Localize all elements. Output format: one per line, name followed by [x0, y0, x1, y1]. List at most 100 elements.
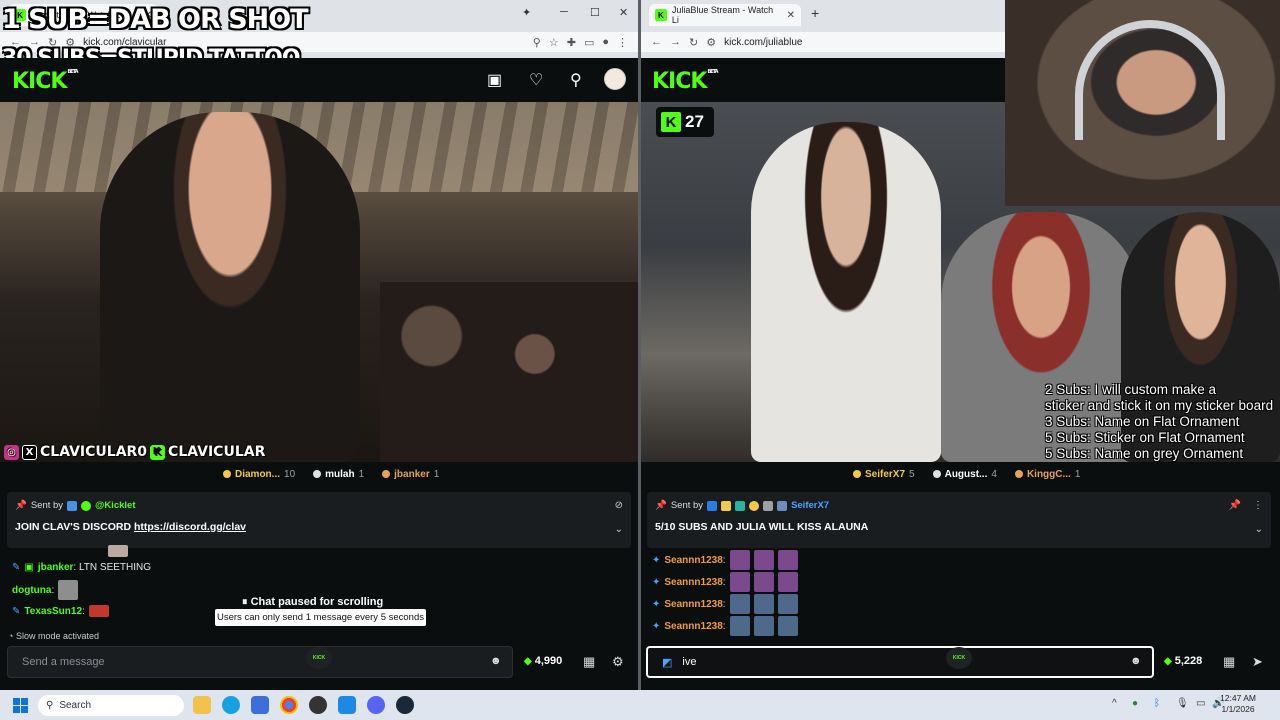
emote	[777, 572, 798, 592]
obs-icon[interactable]	[309, 696, 327, 714]
search-icon[interactable]: ⚲	[570, 70, 582, 90]
goal-line: sticker and stick it on my sticker board	[1045, 398, 1274, 413]
left-pinned-message[interactable]: 📌 Sent by @Kicklet JOIN CLAV'S DISCORD h…	[7, 492, 631, 548]
forward-icon[interactable]: →	[670, 36, 681, 48]
right-browser-tab[interactable]: K JuliaBlue Stream - Watch Li ✕	[649, 4, 801, 26]
kick-logo[interactable]: KICKBETA	[652, 69, 719, 94]
following-icon[interactable]: ▣	[487, 70, 502, 90]
media-icon[interactable]: ▭	[584, 36, 594, 49]
bookmark-star-icon[interactable]: ☆	[549, 36, 559, 49]
emoji-icon[interactable]: ☻	[1130, 655, 1142, 667]
slow-mode-tooltip: Users can only send 1 message every 5 se…	[215, 609, 426, 626]
right-pinned-message[interactable]: 📌 Sent by SeiferX7 5/10 SUBS AND JULIA W…	[647, 492, 1271, 548]
bluetooth-icon[interactable]: ᛒ	[1154, 698, 1160, 709]
gift-icon[interactable]: ▦	[1223, 654, 1235, 670]
pinned-user[interactable]: SeiferX7	[791, 500, 829, 511]
unpin-icon[interactable]: ⊘	[615, 500, 623, 511]
network-icon[interactable]: ▭	[1196, 698, 1205, 709]
site-info-icon[interactable]: ⚙	[706, 36, 716, 49]
emote	[753, 550, 774, 570]
chat-username[interactable]: jbanker	[38, 562, 74, 573]
kick-emote-icon[interactable]: KICK	[306, 647, 332, 669]
discord-link[interactable]: https://discord.gg/clav	[134, 521, 246, 533]
chevron-down-icon[interactable]: ⌄	[1255, 524, 1263, 535]
new-tab-icon[interactable]: +	[811, 5, 819, 21]
photos-icon[interactable]	[338, 696, 356, 714]
close-tab-icon[interactable]: ✕	[787, 10, 795, 21]
mic-icon[interactable]: 🎙	[1176, 698, 1189, 709]
chat-username[interactable]: TexasSun12	[24, 606, 82, 617]
close-window-icon[interactable]: ✕	[619, 6, 628, 19]
pin-icon: 📌	[15, 500, 27, 511]
pinned-user[interactable]: @Kicklet	[95, 500, 135, 511]
chat-username[interactable]: dogtuna	[12, 585, 51, 596]
taskbar-clock[interactable]: 12:47 AM 1/1/2026	[1220, 693, 1256, 715]
minimize-icon[interactable]: ─	[560, 6, 568, 18]
leaderboard-entry[interactable]: August... 4	[932, 466, 997, 482]
gemini-icon[interactable]: ✦	[522, 6, 531, 19]
points-icon: ◆	[1164, 655, 1172, 667]
file-explorer-icon[interactable]	[193, 696, 211, 714]
kick-favicon: K	[655, 9, 667, 21]
edge-icon[interactable]	[222, 696, 240, 714]
window-divider	[638, 0, 641, 690]
gift-icon[interactable]: ▦	[583, 654, 595, 670]
chat-username[interactable]: Seannn1238	[664, 577, 722, 588]
taskbar-search[interactable]: ⚲ Search	[38, 695, 184, 716]
badge-icon: ✎	[12, 562, 21, 573]
tray-app-icon[interactable]: ●	[1132, 698, 1138, 709]
left-channel-points[interactable]: ◆ 4,990	[524, 655, 562, 667]
chat-username[interactable]: Seannn1238	[664, 621, 722, 632]
pin-toggle-icon[interactable]: 📌	[1229, 500, 1241, 511]
send-icon[interactable]: ➤	[1252, 654, 1263, 670]
steam-icon[interactable]	[396, 696, 414, 714]
windows-start-icon[interactable]	[13, 698, 28, 713]
address-bar[interactable]: ← → ↻ ⚙ kick.com/juliablue	[641, 32, 1005, 52]
kick-icon: K	[661, 112, 681, 132]
profile-icon[interactable]: ●	[602, 36, 609, 48]
leaderboard-entry[interactable]: SeiferX7 5	[853, 466, 915, 482]
goal-line: 5 Subs: Name on grey Ornament	[1045, 446, 1244, 461]
kick-emote-icon[interactable]: KICK	[946, 647, 972, 669]
search-icon: ⚲	[46, 700, 54, 711]
chevron-down-icon[interactable]: ⌄	[615, 524, 623, 535]
right-chat-input[interactable]: ◩ ive	[646, 646, 1154, 678]
badge-icon	[749, 500, 760, 511]
leaderboard-entry[interactable]: jbanker 1	[382, 466, 439, 482]
badge-icon: ✦	[652, 620, 661, 632]
reload-icon[interactable]: ↻	[689, 36, 698, 49]
chat-message: ✦ Seannn1238 :	[652, 572, 798, 592]
pinned-text: JOIN CLAV'S DISCORD	[15, 521, 134, 533]
leaderboard-entry[interactable]: KinggC... 1	[1014, 466, 1080, 482]
chat-message: ✎ ▣ jbanker : LTN SEETHING	[12, 562, 151, 573]
extensions-icon[interactable]: ✚	[567, 36, 576, 49]
badge-icon: ✎	[12, 605, 21, 617]
leaderboard-entry[interactable]: Diamon... 10	[223, 466, 295, 482]
zoom-icon[interactable]: ⚲	[533, 36, 541, 49]
emoji-icon[interactable]: ☻	[490, 655, 502, 667]
discord-icon[interactable]	[367, 696, 385, 714]
url-text[interactable]: kick.com/juliablue	[724, 37, 802, 48]
left-chat-input[interactable]: Send a message	[7, 646, 513, 678]
heart-icon[interactable]: ♡	[529, 70, 543, 90]
chat-text: :	[722, 576, 726, 588]
leaderboard-entry[interactable]: mulah 1	[313, 466, 364, 482]
chat-paused-banner[interactable]: ⏸ Chat paused for scrolling	[242, 596, 383, 609]
store-icon[interactable]	[251, 696, 269, 714]
badge-icon	[707, 500, 718, 511]
menu-icon[interactable]: ⋮	[617, 36, 628, 49]
right-channel-points[interactable]: ◆ 5,228	[1164, 655, 1202, 667]
rank-icon	[853, 470, 861, 478]
chat-username[interactable]: Seannn1238	[664, 599, 722, 610]
more-options-icon[interactable]: ⋮	[1253, 500, 1263, 511]
settings-gear-icon[interactable]: ⚙	[612, 654, 624, 670]
input-value: ive	[682, 656, 697, 668]
avatar[interactable]	[604, 68, 626, 90]
maximize-icon[interactable]: ☐	[590, 6, 600, 19]
chrome-icon[interactable]	[280, 696, 298, 714]
tray-chevron-icon[interactable]: ^	[1112, 698, 1117, 709]
left-stream-video[interactable]	[0, 102, 638, 462]
kick-logo[interactable]: KICKBETA	[12, 69, 79, 94]
back-icon[interactable]: ←	[651, 36, 662, 48]
chat-username[interactable]: Seannn1238	[664, 555, 722, 566]
